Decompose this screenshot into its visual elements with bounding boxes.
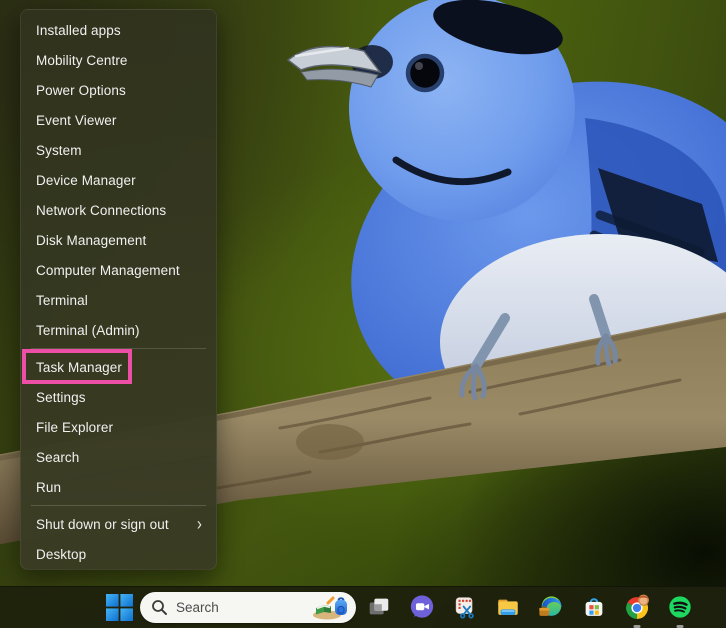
microsoft-edge-button[interactable]	[537, 593, 565, 621]
menu-item-event-viewer[interactable]: Event Viewer	[21, 105, 216, 135]
menu-item-label: Search	[36, 450, 79, 465]
task-view-icon	[366, 594, 392, 620]
menu-item-label: Power Options	[36, 83, 126, 98]
menu-item-label: Network Connections	[36, 203, 166, 218]
menu-item-label: Desktop	[36, 547, 86, 562]
menu-item-label: Computer Management	[36, 263, 180, 278]
submenu-chevron-icon: ›	[197, 515, 202, 534]
menu-item-system[interactable]: System	[21, 135, 216, 165]
menu-item-network-connections[interactable]: Network Connections	[21, 195, 216, 225]
menu-separator	[31, 505, 206, 506]
menu-item-terminal-admin[interactable]: Terminal (Admin)	[21, 315, 216, 345]
menu-item-file-explorer[interactable]: File Explorer	[21, 412, 216, 442]
menu-item-label: Terminal (Admin)	[36, 323, 140, 338]
teams-chat-icon	[409, 594, 435, 620]
menu-item-mobility-centre[interactable]: Mobility Centre	[21, 45, 216, 75]
menu-item-computer-management[interactable]: Computer Management	[21, 255, 216, 285]
google-chrome-icon	[624, 594, 651, 621]
menu-item-terminal[interactable]: Terminal	[21, 285, 216, 315]
snipping-tool-button[interactable]	[451, 593, 479, 621]
bird-eye-gloss	[415, 62, 423, 70]
menu-item-label: Mobility Centre	[36, 53, 128, 68]
spotify-button[interactable]	[666, 593, 694, 621]
start-button[interactable]	[105, 593, 133, 621]
windows-logo-icon	[106, 594, 133, 621]
spotify-icon	[667, 594, 693, 620]
menu-item-label: Disk Management	[36, 233, 146, 248]
menu-item-label: Task Manager	[36, 360, 122, 375]
file-explorer-icon	[495, 594, 521, 620]
menu-item-label: Terminal	[36, 293, 88, 308]
menu-item-label: System	[36, 143, 82, 158]
microsoft-edge-icon	[538, 594, 564, 620]
menu-item-settings[interactable]: Settings	[21, 382, 216, 412]
task-view-button[interactable]	[365, 593, 393, 621]
menu-item-disk-management[interactable]: Disk Management	[21, 225, 216, 255]
taskbar-search-box[interactable]: Search	[140, 592, 356, 623]
menu-item-label: Installed apps	[36, 23, 121, 38]
menu-separator	[31, 348, 206, 349]
menu-item-label: Shut down or sign out	[36, 517, 169, 532]
menu-item-task-manager[interactable]: Task Manager	[21, 352, 216, 382]
microsoft-store-button[interactable]	[580, 593, 608, 621]
magnifier-icon	[151, 599, 168, 616]
snipping-tool-icon	[452, 594, 478, 620]
search-highlights-art-icon	[311, 594, 351, 620]
winx-context-menu: Installed apps Mobility Centre Power Opt…	[20, 9, 217, 570]
search-placeholder: Search	[176, 600, 219, 615]
file-explorer-button[interactable]	[494, 593, 522, 621]
menu-item-label: Device Manager	[36, 173, 136, 188]
menu-item-label: File Explorer	[36, 420, 113, 435]
menu-item-device-manager[interactable]: Device Manager	[21, 165, 216, 195]
bird-eye	[408, 56, 442, 90]
taskbar-icons	[365, 593, 694, 621]
menu-item-search[interactable]: Search	[21, 442, 216, 472]
menu-item-run[interactable]: Run	[21, 472, 216, 502]
menu-item-shut-down-or-sign-out[interactable]: Shut down or sign out ›	[21, 509, 216, 539]
teams-chat-button[interactable]	[408, 593, 436, 621]
menu-item-installed-apps[interactable]: Installed apps	[21, 15, 216, 45]
menu-item-label: Event Viewer	[36, 113, 117, 128]
microsoft-store-icon	[581, 594, 607, 620]
google-chrome-button[interactable]	[623, 593, 651, 621]
screen: Installed apps Mobility Centre Power Opt…	[0, 0, 726, 628]
menu-item-power-options[interactable]: Power Options	[21, 75, 216, 105]
menu-item-desktop[interactable]: Desktop	[21, 539, 216, 569]
menu-item-label: Settings	[36, 390, 86, 405]
menu-item-label: Run	[36, 480, 61, 495]
taskbar: Search	[0, 586, 726, 628]
